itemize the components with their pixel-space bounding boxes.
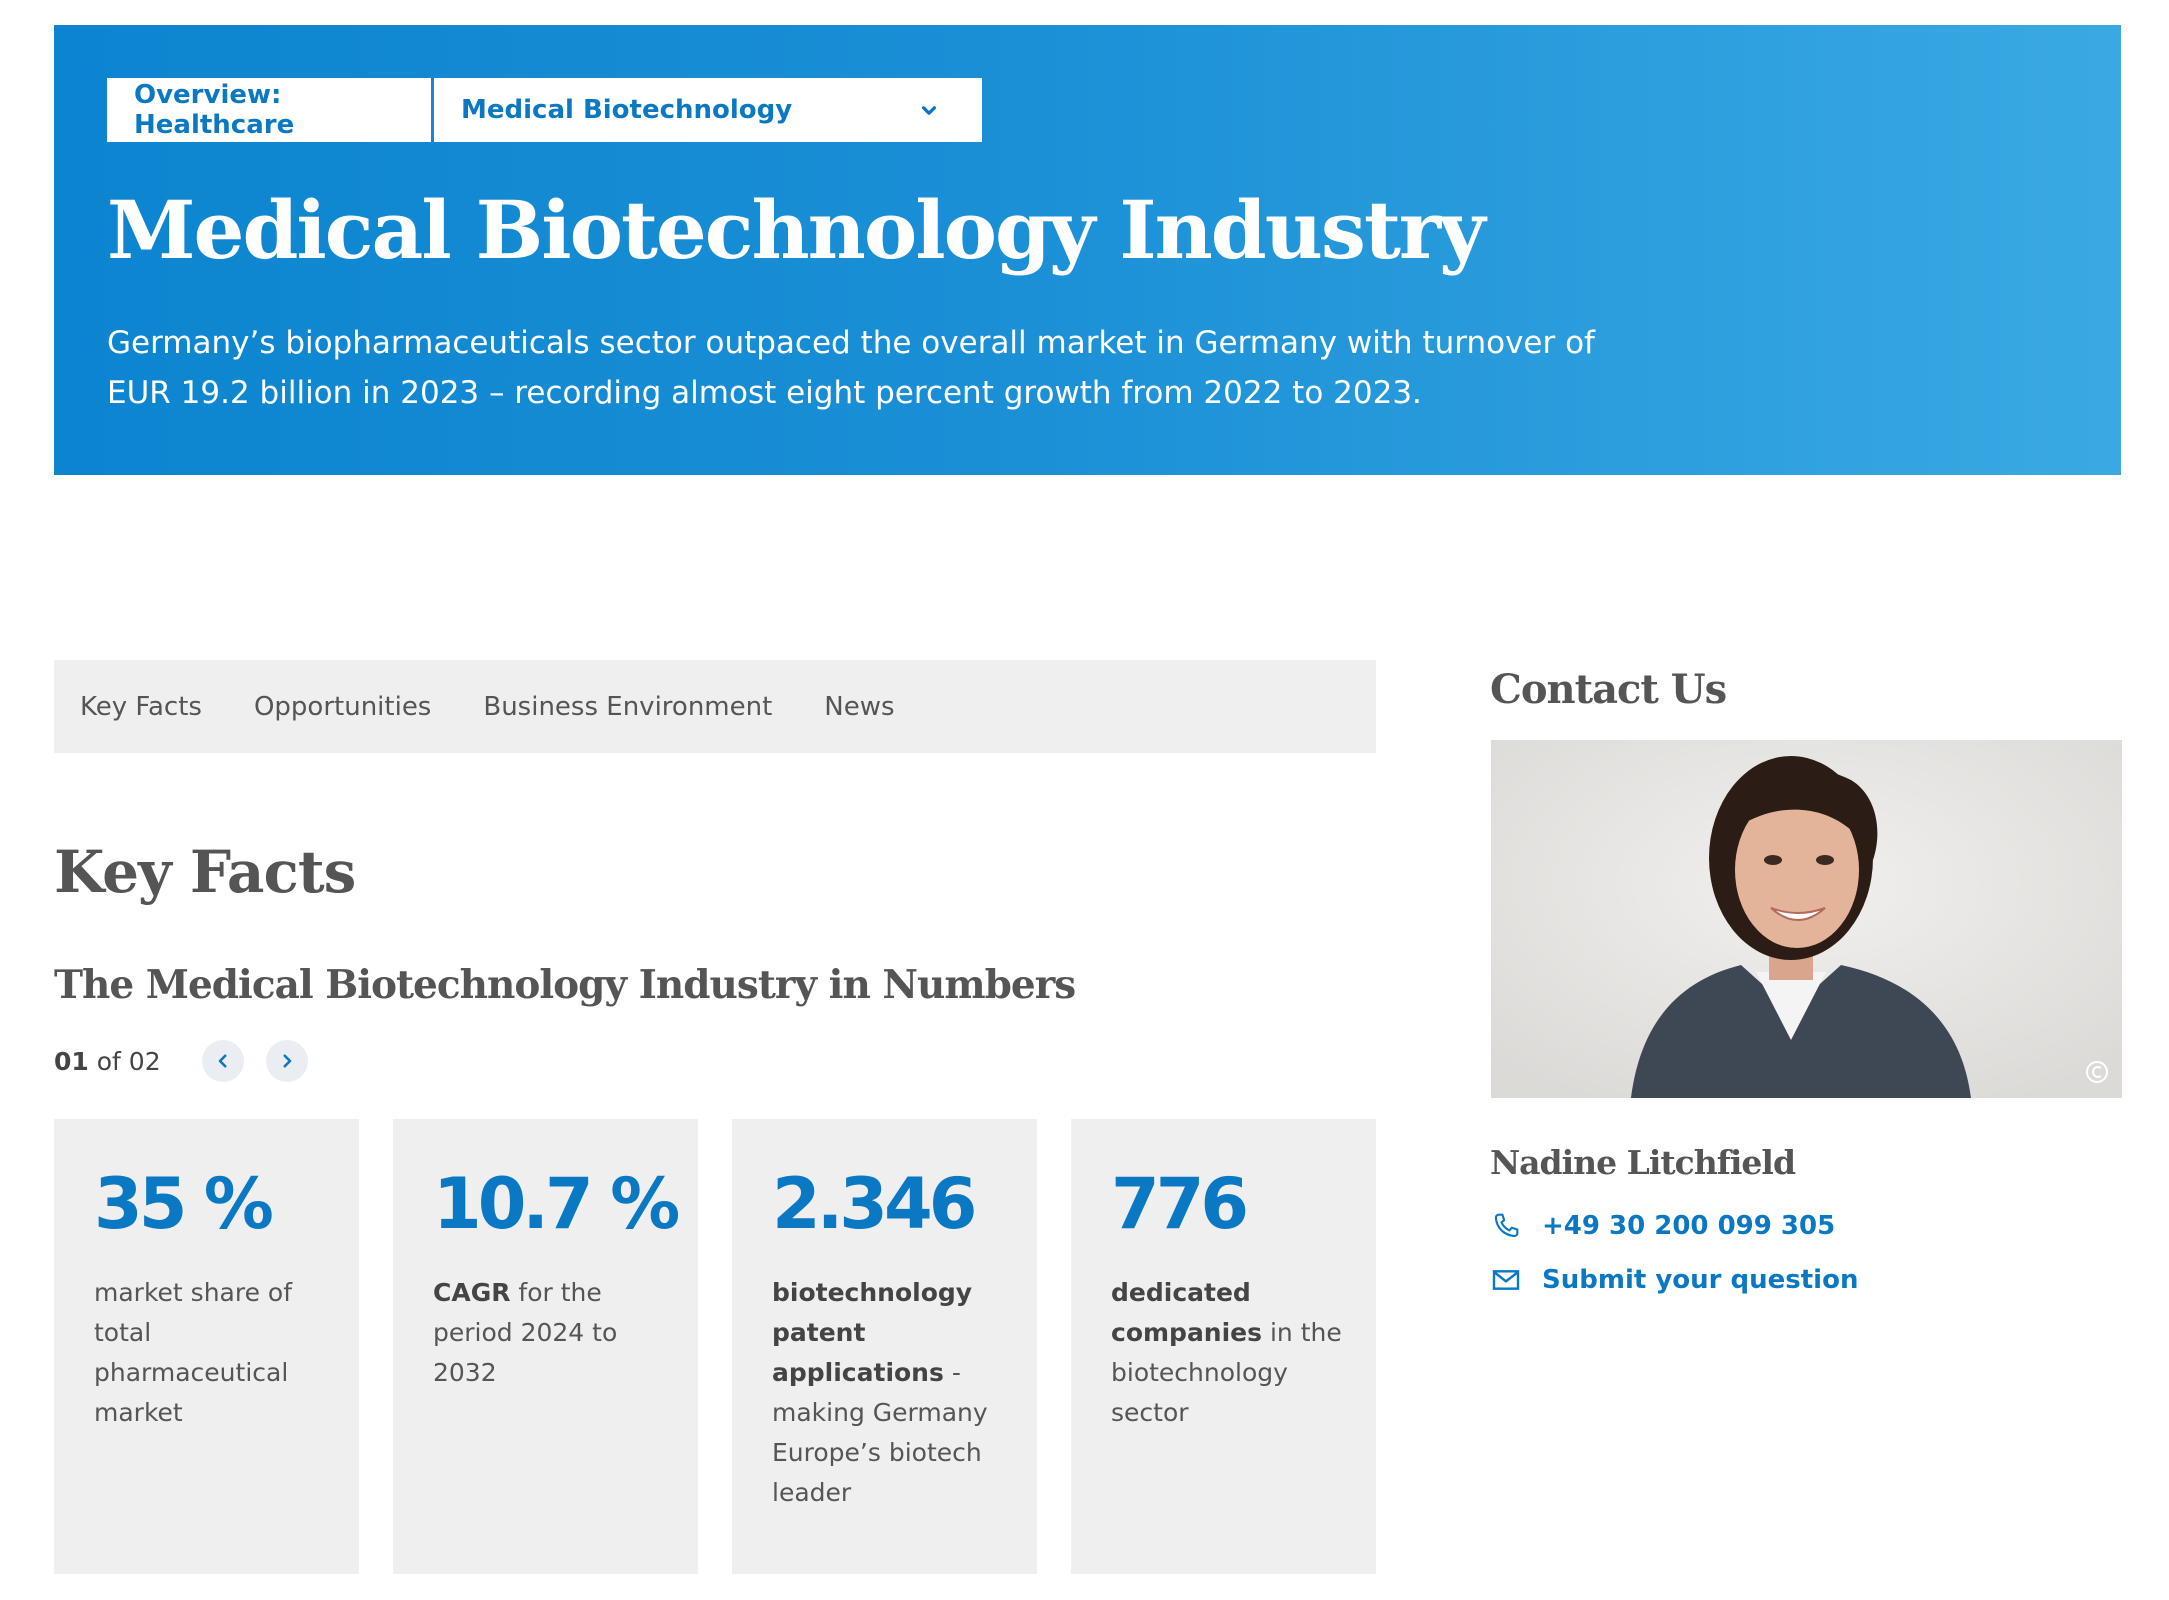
tab-opportunities[interactable]: Opportunities [254,692,431,722]
fact-card: 776 dedicated companies in the biotechno… [1071,1119,1376,1574]
key-facts-heading: Key Facts [54,838,356,906]
chevron-right-icon [283,1054,292,1068]
carousel-prev-button[interactable] [202,1040,244,1082]
contact-heading: Contact Us [1490,666,1727,713]
carousel-pager: 01 of 02 [54,1040,330,1082]
fact-description: market share of total pharmaceutical mar… [94,1273,329,1433]
pager-status: 01 of 02 [54,1047,202,1076]
fact-description: CAGR for the period 2024 to 2032 [433,1273,668,1393]
tab-news[interactable]: News [824,692,894,722]
submit-question-link[interactable]: Submit your question [1490,1264,1858,1296]
fact-bold-text: biotechnology patent applications [772,1278,973,1387]
chevron-down-icon [921,106,937,115]
fact-text: market share of total pharmaceutical mar… [94,1278,293,1427]
fact-card: 2.346 biotechnology patent applications … [732,1119,1037,1574]
carousel-next-button[interactable] [266,1040,308,1082]
fact-value: 2.346 [772,1163,977,1245]
fact-value: 10.7 % [433,1163,680,1245]
pager-total: of 02 [88,1046,161,1076]
submit-question-label: Submit your question [1542,1265,1859,1295]
fact-card: 10.7 % CAGR for the period 2024 to 2032 [393,1119,698,1574]
page-title: Medical Biotechnology Industry [107,183,1486,277]
portrait-illustration [1491,740,2122,1098]
key-facts-cards: 35 % market share of total pharmaceutica… [54,1119,1376,1574]
fact-value: 776 [1111,1163,1249,1245]
breadcrumb: Overview: Healthcare Medical Biotechnolo… [107,78,982,142]
fact-description: biotechnology patent applications - maki… [772,1273,1007,1513]
mail-icon [1492,1270,1520,1290]
phone-icon [1494,1213,1519,1238]
pager-current: 01 [54,1046,89,1076]
tab-business-environment[interactable]: Business Environment [483,692,772,722]
tab-key-facts[interactable]: Key Facts [80,692,202,722]
breadcrumb-overview-label: Overview: Healthcare [134,80,295,140]
fact-card: 35 % market share of total pharmaceutica… [54,1119,359,1574]
chevron-left-icon [218,1054,227,1068]
contact-phone-link[interactable]: +49 30 200 099 305 [1490,1210,1835,1242]
hero-banner: Overview: Healthcare Medical Biotechnolo… [54,25,2121,475]
contact-name: Nadine Litchfield [1490,1143,1796,1182]
breadcrumb-overview-link[interactable]: Overview: Healthcare [107,78,431,142]
fact-value: 35 % [94,1163,274,1245]
fact-bold-text: CAGR [433,1278,511,1307]
contact-phone: +49 30 200 099 305 [1542,1211,1836,1241]
industry-select-label: Medical Biotechnology [461,95,793,125]
section-tabs: Key Facts Opportunities Business Environ… [54,660,1376,753]
industry-select[interactable]: Medical Biotechnology [434,78,982,142]
key-facts-subheading: The Medical Biotechnology Industry in Nu… [54,962,1076,1008]
fact-description: dedicated companies in the biotechnology… [1111,1273,1346,1433]
page-intro: Germany’s biopharmaceuticals sector outp… [107,325,1595,411]
contact-photo [1491,740,2122,1098]
fact-bold-text: dedicated companies [1111,1278,1263,1347]
